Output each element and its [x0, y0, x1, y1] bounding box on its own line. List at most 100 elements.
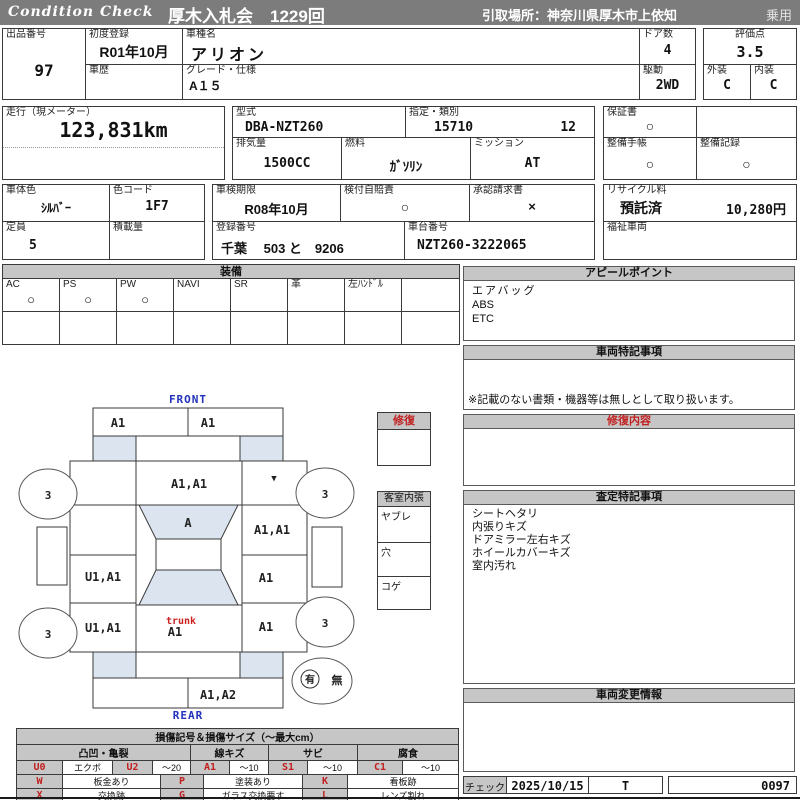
equipment-mark: ○ — [84, 292, 92, 307]
right-front-door-damage: A1,A1 — [254, 523, 290, 537]
transmission-label: ミッション — [474, 138, 524, 149]
fuel-value: ｶﾞｿﾘﾝ — [389, 159, 423, 174]
grade-cell: グレード・仕様 А１５ — [182, 64, 640, 100]
equipment-label: AC — [6, 279, 20, 290]
insurance-label: 検付自賠責 — [344, 185, 394, 196]
equipment-label: PW — [120, 279, 137, 290]
check-inspector-value: T — [621, 779, 630, 793]
appeal-item: エアバッグ — [472, 285, 537, 297]
legend-code: K — [302, 774, 348, 789]
insurance-mark: ○ — [400, 199, 410, 215]
assessment-item: 室内汚れ — [472, 560, 516, 572]
approval-request-mark: × — [528, 199, 536, 214]
legend-code: S1 — [268, 760, 308, 775]
class-label: 指定・類別 — [409, 107, 459, 118]
windshield-damage: A — [184, 516, 192, 530]
presence-yes: 有 — [305, 673, 315, 686]
legend-code: U0 — [16, 760, 63, 775]
presence-no: 無 — [332, 673, 343, 687]
doors-value: 4 — [663, 43, 672, 58]
maintenance-record-mark: ○ — [742, 156, 751, 172]
legend-group-rust: サビ — [268, 744, 358, 761]
legend-desc: 看板跡 — [347, 774, 459, 789]
check-number-cell: 0097 — [668, 776, 797, 794]
check-date-cell: 2025/10/15 — [506, 776, 589, 794]
equipment-col-ps: PS ○ — [59, 278, 117, 312]
lot-number-label: 出品番号 — [6, 29, 46, 40]
right-quarter-zone — [239, 651, 284, 679]
equipment-empty-cell — [116, 311, 174, 345]
vehicle-notes-title: 車両特記事項 — [464, 346, 794, 360]
vehicle-notes-disclaimer: ※記載のない書類・機器等は無しとして取り扱います。 — [468, 394, 740, 406]
appeal-points-list: エアバッグ ABS ETC — [464, 281, 794, 329]
roof — [155, 538, 222, 571]
inspection-expiry-cell: 車検期限 R08年10月 — [212, 184, 341, 222]
equipment-label: PS — [63, 279, 77, 290]
score-cell: 評価点 3.5 — [703, 28, 797, 65]
recycle-fee-value: 10,280円 — [726, 203, 786, 218]
pickup-place: 引取場所：神奈川県厚木市上依知 — [482, 8, 678, 23]
color-code-label: 色コード — [113, 185, 153, 196]
antenna-mark: ▼ — [271, 474, 277, 484]
car-damage-diagram: FRONT REAR A1 A1 A1,A1 A ▼ A1,A1 A1 A1 U… — [18, 393, 355, 722]
lot-number-value: 97 — [34, 61, 54, 80]
history-cell: 車歴 — [85, 64, 183, 100]
registration-number-cell: 登録番号 千葉 503 と 9206 — [212, 221, 405, 260]
equipment-empty-cell — [173, 311, 231, 345]
legend-desc: 〜10 — [229, 760, 269, 775]
legend-code: P — [160, 774, 204, 789]
equipment-label: NAVI — [177, 279, 200, 290]
repair-detail-title: 修復内容 — [464, 415, 794, 429]
bottom-rule — [0, 797, 800, 799]
transmission-value: AT — [524, 156, 541, 171]
class-value-1: 15710 — [434, 120, 474, 135]
equipment-col-lhd: 左ﾊﾝﾄﾞﾙ — [344, 278, 402, 312]
equipment-mark: ○ — [141, 292, 149, 307]
left-rear-door-damage: U1,A1 — [85, 570, 121, 584]
assessment-item: ドアミラー左右キズ — [472, 534, 571, 546]
score-label: 評価点 — [735, 29, 765, 40]
chassis-number-value: NZT260-3222065 — [417, 238, 527, 253]
equipment-title: 装備 — [3, 265, 459, 279]
vehicle-notes-panel: 車両特記事項 ※記載のない書類・機器等は無しとして取り扱います。 — [463, 345, 795, 410]
doors-cell: ドア数 4 — [639, 28, 696, 65]
vehicle-class: 乗用 — [765, 8, 792, 23]
displacement-cell: 排気量 1500CC — [232, 137, 342, 180]
appeal-points-panel: アピールポイント エアバッグ ABS ETC — [463, 266, 795, 341]
equipment-col-sr: SR — [230, 278, 288, 312]
capacity-label: 定員 — [6, 222, 26, 233]
maintenance-record-label: 整備記録 — [700, 138, 740, 149]
right-fender-zone — [239, 435, 284, 462]
first-registration-label: 初度登録 — [89, 29, 129, 40]
equipment-col-blank — [401, 278, 460, 312]
load-capacity-label: 積載量 — [113, 222, 143, 233]
warranty-cell: 保証書 ○ — [603, 106, 697, 138]
maintenance-record-cell: 整備記録 ○ — [696, 137, 797, 180]
appeal-item: ABS — [472, 299, 495, 311]
assessment-item: ホイールカバーキズ — [472, 547, 571, 559]
mileage-label: 走行（現メーター） — [6, 107, 96, 118]
legend-group-scratch: 線キズ — [190, 744, 269, 761]
legend-code: U2 — [112, 760, 153, 775]
legend-desc: エクボ — [62, 760, 113, 775]
welfare-vehicle-cell: 福祉車両 — [603, 221, 797, 260]
rear-bumper-right-damage: A1,A2 — [200, 688, 236, 702]
capacity-value: 5 — [29, 238, 37, 253]
maintenance-book-mark: ○ — [645, 156, 655, 172]
check-inspector-cell: T — [588, 776, 663, 794]
front-label: FRONT — [169, 393, 207, 406]
appeal-points-title: アピールポイント — [464, 267, 794, 281]
drive-label: 駆動 — [643, 65, 663, 76]
first-registration-cell: 初度登録 R01年10月 — [85, 28, 183, 65]
assessment-notes-title: 査定特記事項 — [464, 491, 794, 505]
mileage-divider — [3, 147, 224, 148]
model-name-label: 車種名 — [186, 29, 216, 40]
assessment-item: 内張りキズ — [472, 521, 527, 533]
rear-window — [138, 569, 239, 606]
drive-cell: 駆動 2WD — [639, 64, 696, 100]
color-code-value: 1F7 — [145, 199, 169, 214]
hood-damage: A1,A1 — [171, 477, 207, 491]
equipment-col-navi: NAVI — [173, 278, 231, 312]
model-name-value: アリオン — [191, 47, 268, 64]
equipment-col-pw: PW ○ — [116, 278, 174, 312]
